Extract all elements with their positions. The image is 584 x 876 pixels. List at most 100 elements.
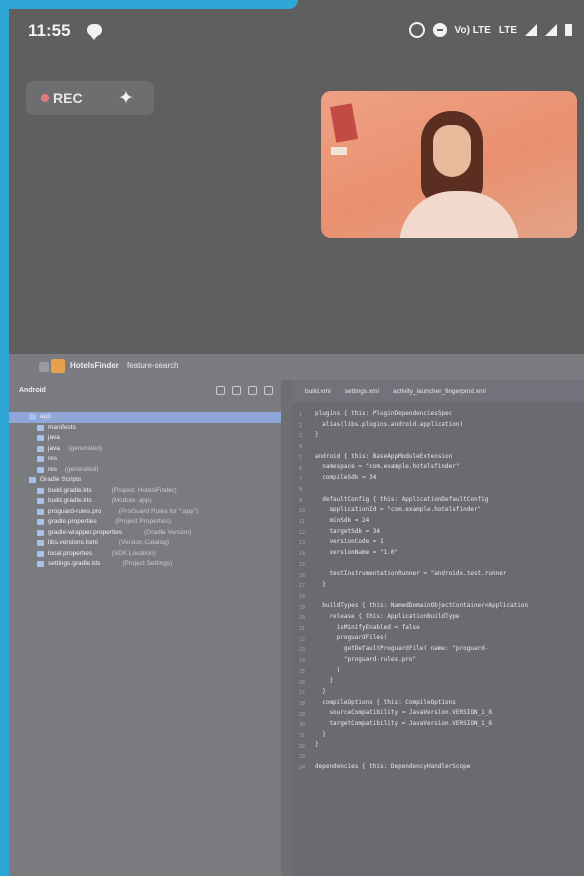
- code-line: compileSdk = 34: [315, 474, 377, 482]
- line-number: 8: [299, 486, 303, 493]
- file-icon: [37, 445, 44, 452]
- line-number: 3: [299, 433, 303, 440]
- code-line: }: [315, 741, 319, 749]
- carrier-label: Vo) LTE: [454, 24, 491, 36]
- tree-item[interactable]: manifests: [9, 423, 281, 434]
- tree-item[interactable]: res: [9, 454, 281, 465]
- tree-item[interactable]: res (generated): [9, 465, 281, 476]
- data-saver-icon: [432, 23, 447, 37]
- expand-icon[interactable]: [248, 386, 257, 395]
- code-line: release { this: ApplicationBuildType: [315, 613, 460, 621]
- project-panel-header: Android: [9, 380, 281, 402]
- line-number: 12: [299, 529, 306, 536]
- line-number: 18: [299, 593, 306, 600]
- collapse-icon[interactable]: [232, 386, 241, 395]
- file-icon: [37, 550, 44, 557]
- tree-item[interactable]: gradle-wrapper.properties (Gradle Version…: [9, 528, 281, 539]
- tree-item-label: manifests: [48, 423, 76, 431]
- message-icon: [87, 24, 102, 40]
- project-name[interactable]: HotelsFinder: [70, 361, 119, 370]
- code-area[interactable]: plugins { this: PluginDependenciesSpec a…: [315, 410, 584, 773]
- editor-tab[interactable]: settings.xml: [345, 388, 379, 402]
- line-number: 4: [299, 444, 303, 451]
- tree-item[interactable]: java (generated): [9, 444, 281, 455]
- tree-item[interactable]: build.gradle.kts (Project: HotelsFinder): [9, 486, 281, 497]
- tree-item[interactable]: build.gradle.kts (Module: app): [9, 496, 281, 507]
- editor-tab[interactable]: build.xml: [305, 388, 331, 402]
- line-number: 15: [299, 561, 306, 568]
- camera-preview[interactable]: [321, 91, 577, 238]
- branch-name[interactable]: feature-search: [127, 361, 179, 370]
- tree-item[interactable]: local.properties (SDK Location): [9, 549, 281, 560]
- tree-item-hint: (Gradle Version): [144, 528, 192, 536]
- code-line: compileOptions { this: CompileOptions: [315, 698, 456, 706]
- code-line: applicationId = "com.example.hotelsfinde…: [315, 506, 482, 514]
- project-icon: [51, 359, 65, 373]
- code-line: buildTypes { this: NamedDomainObjectCont…: [315, 602, 529, 610]
- project-panel: Android app manifests java java (generated) r…: [9, 380, 281, 876]
- code-line: defaultConfig { this: ApplicationDefault…: [315, 495, 489, 503]
- line-number: 7: [299, 476, 303, 483]
- tree-item[interactable]: app: [9, 412, 281, 423]
- file-icon: [37, 435, 44, 441]
- line-number: 11: [299, 519, 306, 525]
- panel-title[interactable]: Android: [19, 387, 46, 394]
- line-number: 22: [299, 636, 306, 643]
- tree-item-label: libs.versions.toml: [48, 539, 98, 546]
- editor-tabs: build.xml settings.xml activity_launcher_f…: [293, 380, 584, 402]
- line-number: 34: [299, 765, 306, 772]
- file-icon: [37, 508, 44, 515]
- code-line: alias(libs.plugins.android.application): [315, 420, 464, 428]
- file-icon: [37, 456, 44, 462]
- target-icon[interactable]: [216, 386, 225, 395]
- tree-item-label: gradle.properties: [48, 518, 97, 525]
- line-number: 31: [299, 733, 306, 739]
- file-icon: [37, 540, 44, 546]
- tree-item[interactable]: settings.gradle.kts (Project Settings): [9, 559, 281, 570]
- code-line: versionName = "1.0": [315, 548, 399, 556]
- code-line: dependencies { this: DependencyHandlerSc…: [315, 762, 471, 770]
- line-number: 28: [299, 700, 306, 707]
- line-number: 5: [299, 454, 303, 461]
- line-number: 16: [299, 572, 306, 579]
- project-tree: app manifests java java (generated) res res (ge…: [9, 412, 281, 570]
- network-label: LTE: [498, 24, 517, 36]
- code-line: "proguard-rules.pro": [315, 655, 417, 663]
- line-number: 1: [299, 412, 303, 418]
- code-line: isMinifyEnabled = false: [315, 623, 420, 631]
- person-face: [433, 125, 471, 177]
- line-number: 30: [299, 722, 306, 729]
- file-icon: [37, 529, 44, 536]
- file-icon: [37, 424, 44, 431]
- tree-item-label: proguard-rules.pro: [48, 507, 102, 515]
- tree-item-label: res: [48, 465, 58, 473]
- tree-item-label: local.properties: [48, 549, 93, 557]
- file-icon: [37, 498, 44, 504]
- line-number: 9: [299, 497, 303, 504]
- menu-icon[interactable]: [39, 362, 49, 372]
- tree-item[interactable]: gradle.properties (Project Properties): [9, 517, 281, 528]
- line-number: 27: [299, 690, 306, 697]
- tree-item[interactable]: Gradle Scripts: [9, 475, 281, 486]
- code-line: }: [315, 581, 326, 588]
- tree-item[interactable]: proguard-rules.pro (ProGuard Rules for ":…: [9, 507, 281, 518]
- status-bar: 11:55 Vo) LTE LTE: [9, 9, 584, 49]
- code-line: proguardFiles(: [315, 634, 388, 642]
- tree-item[interactable]: java: [9, 433, 281, 444]
- editor-tab[interactable]: activity_launcher_fingerprint.xml: [393, 388, 486, 402]
- line-number: 6: [299, 465, 303, 472]
- code-line: getDefaultProguardFile( name: "proguard-: [315, 645, 489, 653]
- more-icon[interactable]: [264, 386, 273, 395]
- recording-pill[interactable]: REC ✦: [26, 81, 154, 115]
- sparkle-icon[interactable]: ✦: [118, 87, 134, 110]
- line-number: 25: [299, 668, 306, 675]
- line-number: 29: [299, 711, 306, 718]
- tree-item-hint: (ProGuard Rules for ":app"): [118, 507, 199, 515]
- code-line: }: [315, 677, 334, 685]
- tree-item[interactable]: libs.versions.toml (Version Catalog): [9, 538, 281, 549]
- code-editor[interactable]: build.xml settings.xml activity_launcher_f…: [293, 380, 584, 876]
- tree-item-label: settings.gradle.kts: [48, 560, 101, 567]
